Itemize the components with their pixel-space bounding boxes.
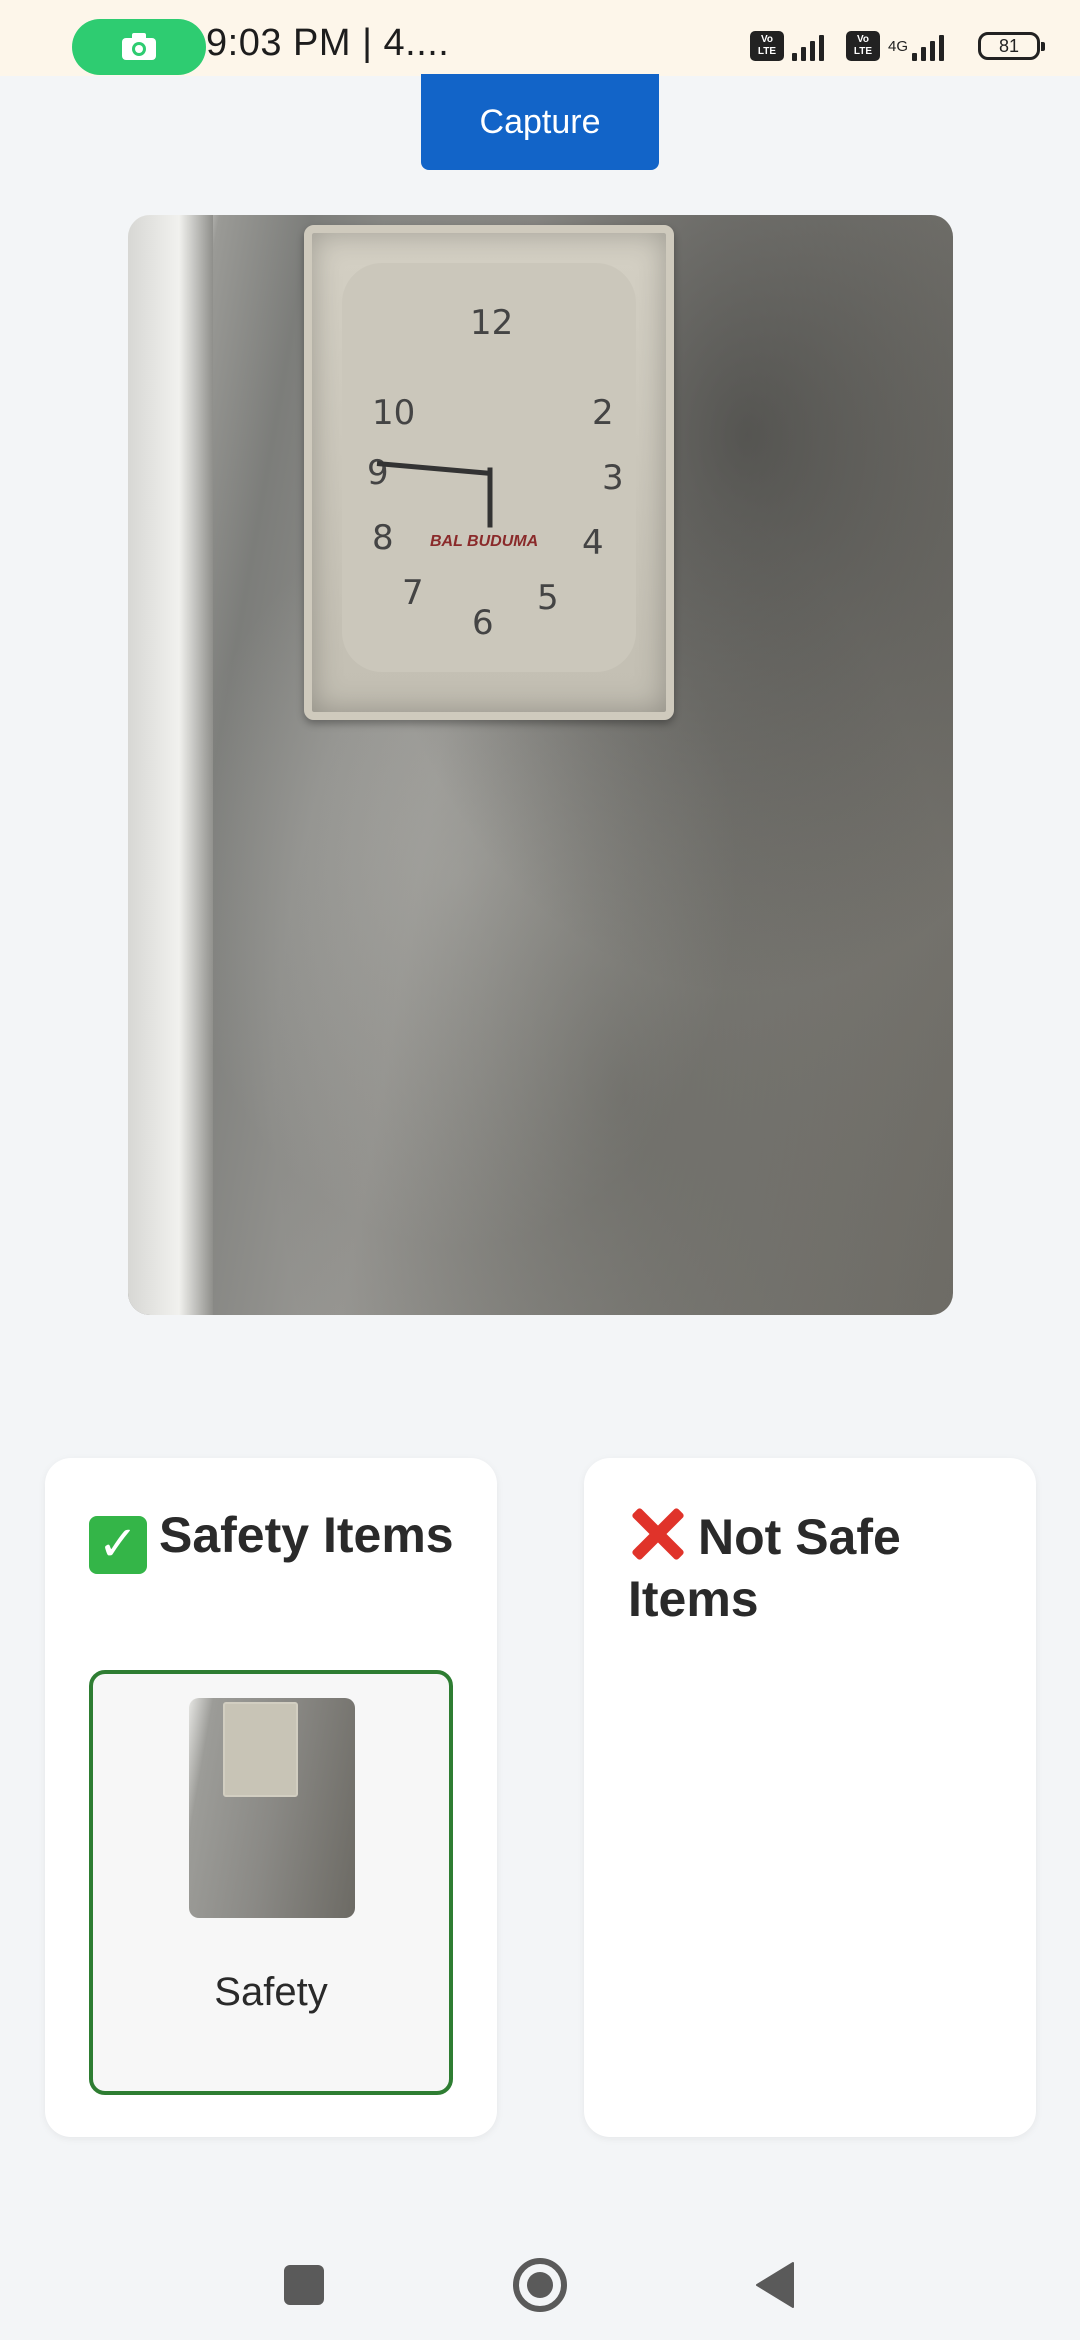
screen-record-pill[interactable] <box>72 19 206 75</box>
signal-strength-icon-2 <box>912 31 944 61</box>
safety-item-thumbnail <box>189 1698 355 1918</box>
triangle-back-icon <box>756 2262 794 2308</box>
volte-icon-2: Vo LTE <box>845 31 880 61</box>
clock-number: 5 <box>537 578 559 618</box>
not-safe-items-card: Not Safe Items <box>584 1458 1036 2137</box>
clock-number: 9 <box>367 453 389 493</box>
clock-hour-hand <box>487 467 493 528</box>
home-button[interactable] <box>505 2250 575 2320</box>
thumbnail-clock <box>223 1702 298 1797</box>
safety-items-title-text: Safety Items <box>159 1507 454 1563</box>
check-mark-icon: ✓ <box>89 1516 147 1574</box>
safety-item-tile[interactable]: Safety <box>89 1670 453 2095</box>
volte-icon: Vo LTE <box>749 31 784 61</box>
safety-items-card: ✓ Safety Items Safety <box>45 1458 497 2137</box>
status-icons: Vo LTE Vo LTE 4G 81 <box>749 26 1045 66</box>
square-icon <box>284 2265 324 2305</box>
clock-number: 8 <box>372 518 394 558</box>
signal-strength-icon <box>791 31 824 61</box>
network-type: 4G <box>887 37 908 55</box>
safety-items-title: ✓ Safety Items <box>89 1504 469 1574</box>
clock-number: 10 <box>372 393 416 433</box>
system-navigation-bar <box>0 2230 1080 2340</box>
status-bar: 9:03 PM | 4.... Vo LTE Vo LTE 4G 81 <box>0 0 1080 76</box>
camera-preview: 12 2 3 4 5 6 7 8 9 10 BAL BUDUMA <box>128 215 953 1315</box>
clock-brand: BAL BUDUMA <box>430 533 539 550</box>
status-time: 9:03 PM | 4.... <box>206 22 450 64</box>
clock-number: 2 <box>592 393 614 433</box>
clock-number: 3 <box>602 458 624 498</box>
not-safe-items-title: Not Safe Items <box>628 1504 1008 1630</box>
recents-button[interactable] <box>269 2250 339 2320</box>
clock-number: 6 <box>472 603 494 643</box>
clock-number: 7 <box>402 573 424 613</box>
clock-number: 12 <box>470 303 514 343</box>
circle-home-icon <box>513 2258 567 2312</box>
cross-mark-icon <box>628 1504 686 1562</box>
battery-icon: 81 <box>978 32 1045 60</box>
safety-item-label: Safety <box>214 1970 328 2014</box>
back-button[interactable] <box>740 2250 810 2320</box>
capture-button[interactable]: Capture <box>421 74 659 170</box>
camera-icon <box>122 33 156 60</box>
clock-number: 4 <box>582 523 604 563</box>
preview-wall-clock: 12 2 3 4 5 6 7 8 9 10 BAL BUDUMA <box>304 225 674 720</box>
